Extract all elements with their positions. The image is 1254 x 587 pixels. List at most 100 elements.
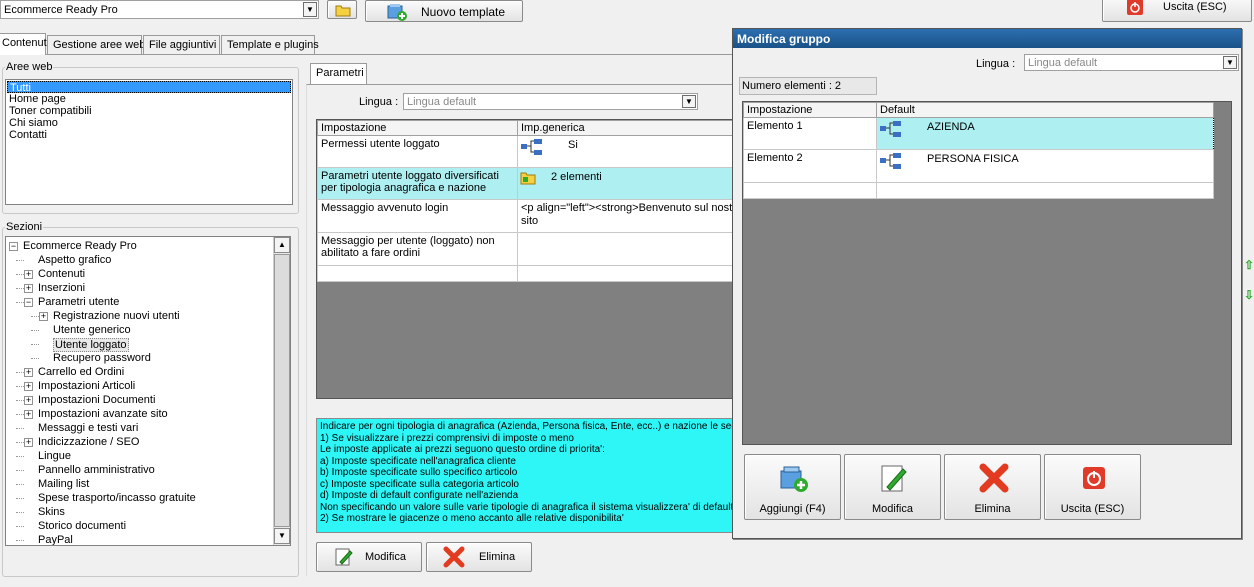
scroll-up-arrow[interactable]: ▲: [274, 237, 290, 253]
scroll-thumb[interactable]: [274, 254, 290, 527]
expand-icon[interactable]: +: [24, 410, 33, 419]
expand-icon[interactable]: +: [24, 368, 33, 377]
modifica-button[interactable]: Modifica: [316, 542, 422, 572]
tree-item[interactable]: Impostazioni Documenti: [38, 394, 155, 406]
tree-item[interactable]: Carrello ed Ordini: [38, 366, 124, 378]
help-text-line: c) Imposte specificate sulla categoria a…: [320, 478, 519, 490]
column-header-default[interactable]: Default: [876, 102, 1214, 118]
tree-item[interactable]: Pannello amministrativo: [38, 464, 155, 476]
expand-icon[interactable]: +: [39, 312, 48, 321]
column-header-impostazione[interactable]: Impostazione: [743, 102, 877, 118]
row-setting-value-cell[interactable]: Si: [517, 135, 739, 168]
project-select[interactable]: Ecommerce Ready Pro ▼: [0, 0, 319, 19]
open-folder-button[interactable]: [327, 0, 357, 19]
dialog-elimina-button[interactable]: Elimina: [944, 454, 1041, 520]
tree-item[interactable]: Messaggi e testi vari: [38, 422, 138, 434]
sezioni-title: Sezioni: [5, 221, 44, 233]
sezioni-tree[interactable]: − Ecommerce Ready Pro Aspetto grafico + Cont…: [5, 236, 291, 546]
tree-item[interactable]: Skins: [38, 506, 65, 518]
tree-item[interactable]: Spese trasporto/incasso gratuite: [38, 492, 196, 504]
dialog-lingua-select[interactable]: Lingua default ▼: [1024, 54, 1239, 71]
new-template-button[interactable]: Nuovo template: [365, 0, 523, 22]
tree-item[interactable]: Inserzioni: [38, 282, 85, 294]
collapse-icon[interactable]: −: [9, 242, 18, 251]
sezioni-scrollbar[interactable]: ▲ ▼: [273, 237, 290, 545]
table-row[interactable]: Permessi utente loggato Si: [317, 135, 739, 168]
tab-file-aggiuntivi[interactable]: File aggiuntivi: [143, 35, 220, 54]
dialog-uscita-button[interactable]: Uscita (ESC): [1044, 454, 1141, 520]
move-up-arrow-icon[interactable]: ⇧: [1244, 258, 1254, 272]
folder-icon: [520, 172, 536, 185]
help-text-line: 1) Se visualizzare i prezzi comprensivi …: [320, 432, 574, 444]
chevron-down-icon[interactable]: ▼: [303, 2, 317, 17]
tree-item[interactable]: Impostazioni Articoli: [38, 380, 135, 392]
add-template-icon: [387, 4, 407, 21]
collapse-icon[interactable]: −: [24, 298, 33, 307]
delete-icon: [979, 463, 1009, 493]
chevron-down-icon[interactable]: ▼: [682, 95, 696, 108]
parametri-lingua-select[interactable]: Lingua default ▼: [403, 93, 698, 110]
chevron-down-icon[interactable]: ▼: [1223, 56, 1237, 69]
tree-item[interactable]: Parametri utente: [38, 296, 119, 308]
table-row-empty: [317, 265, 739, 282]
tree-connector: [31, 316, 39, 317]
aree-web-item[interactable]: Contatti: [9, 129, 47, 141]
tree-item[interactable]: PayPal: [38, 534, 73, 545]
table-row[interactable]: Elemento 2 PERSONA FISICA: [743, 149, 1214, 183]
tree-item[interactable]: Recupero password: [53, 352, 151, 364]
table-row[interactable]: Elemento 1 AZIENDA: [743, 117, 1214, 150]
tree-connector: [16, 372, 24, 373]
table-row[interactable]: Messaggio per utente (loggato) non abili…: [317, 232, 739, 266]
new-template-label: Nuovo template: [421, 5, 506, 19]
tree-icon: [880, 121, 901, 137]
parametri-lingua-value: Lingua default: [407, 96, 477, 108]
aree-web-item[interactable]: Home page: [9, 93, 66, 105]
aree-web-item[interactable]: Toner compatibili: [9, 105, 92, 117]
column-header-imp-generica[interactable]: Imp.generica: [517, 120, 739, 136]
column-header-impostazione[interactable]: Impostazione: [317, 120, 518, 136]
row-setting-value: [517, 232, 739, 266]
expand-icon[interactable]: +: [24, 382, 33, 391]
tab-template-plugins[interactable]: Template e plugins: [221, 35, 319, 54]
table-row[interactable]: Parametri utente loggato diversificati p…: [317, 167, 739, 200]
power-icon: [1127, 0, 1143, 15]
tab-parametri[interactable]: Parametri: [310, 63, 367, 85]
scroll-down-arrow[interactable]: ▼: [274, 528, 290, 544]
add-icon: [780, 466, 808, 492]
tree-item[interactable]: Registrazione nuovi utenti: [53, 310, 180, 322]
dialog-modifica-button[interactable]: Modifica: [844, 454, 941, 520]
dialog-title-bar[interactable]: Modifica gruppo: [733, 29, 1241, 48]
aree-web-list[interactable]: Tutti Home page Toner compatibili Chi si…: [5, 79, 293, 205]
tree-item[interactable]: Lingue: [38, 450, 71, 462]
tree-item[interactable]: Utente loggato: [53, 338, 129, 352]
expand-icon[interactable]: +: [24, 438, 33, 447]
tab-contenuti[interactable]: Contenuti: [0, 33, 49, 55]
row-element-value-cell[interactable]: PERSONA FISICA: [876, 149, 1214, 183]
row-element-value-cell[interactable]: AZIENDA: [876, 117, 1214, 150]
tab-gestione-aree-web[interactable]: Gestione aree web: [47, 35, 145, 54]
tree-item[interactable]: Aspetto grafico: [38, 254, 111, 266]
tree-connector: [16, 428, 24, 429]
move-down-arrow-icon[interactable]: ⇩: [1244, 288, 1254, 302]
tree-item[interactable]: Indicizzazione / SEO: [38, 436, 140, 448]
aggiungi-button[interactable]: Aggiungi (F4): [744, 454, 841, 520]
tree-item[interactable]: Utente generico: [53, 324, 131, 336]
exit-button-top[interactable]: Uscita (ESC): [1102, 0, 1252, 22]
tree-item[interactable]: Ecommerce Ready Pro: [23, 240, 137, 252]
aree-web-item[interactable]: Tutti: [7, 81, 291, 94]
help-text-line: b) Imposte specificate sullo specifico a…: [320, 467, 518, 478]
tree-connector: [16, 470, 24, 471]
elimina-button[interactable]: Elimina: [426, 542, 532, 572]
tree-item[interactable]: Mailing list: [38, 478, 89, 490]
tree-item[interactable]: Impostazioni avanzate sito: [38, 408, 168, 420]
tree-item[interactable]: Contenuti: [38, 268, 85, 280]
tree-item[interactable]: Storico documenti: [38, 520, 126, 532]
tree-connector: [31, 330, 39, 331]
expand-icon[interactable]: +: [24, 396, 33, 405]
row-setting-value-cell[interactable]: 2 elementi: [517, 167, 739, 200]
expand-icon[interactable]: +: [24, 284, 33, 293]
aree-web-item[interactable]: Chi siamo: [9, 117, 58, 129]
expand-icon[interactable]: +: [24, 270, 33, 279]
tree-icon: [880, 153, 901, 169]
table-row[interactable]: Messaggio avvenuto login <p align="left"…: [317, 199, 739, 233]
